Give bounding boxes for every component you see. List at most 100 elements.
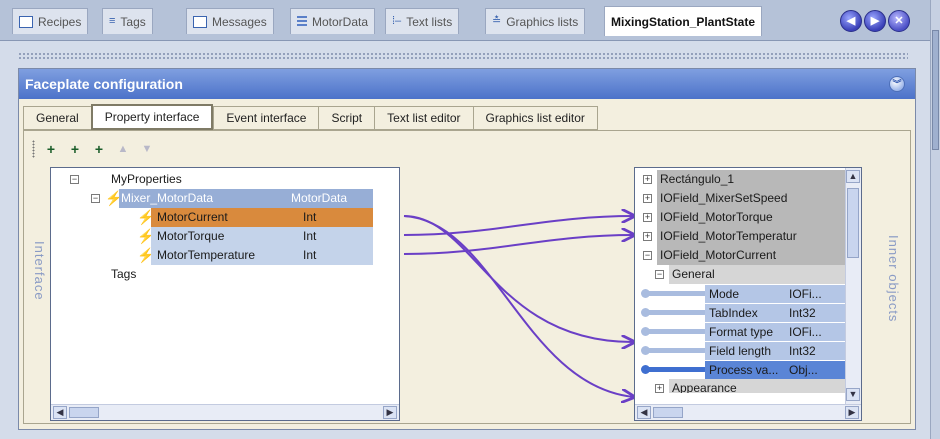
- property-name: Format type: [709, 325, 774, 339]
- inner-property-row[interactable]: Format type IOFi...: [635, 322, 847, 341]
- link-motortorque: [403, 216, 634, 236]
- tab-label: Messages: [212, 14, 267, 29]
- tab-prev-button[interactable]: ◀: [840, 10, 862, 32]
- scrollbar-thumb[interactable]: [69, 407, 99, 418]
- scroll-down-icon[interactable]: ▼: [846, 388, 860, 401]
- scrollbar-thumb[interactable]: [653, 407, 683, 418]
- section-name: General: [672, 267, 715, 281]
- expand-icon[interactable]: +: [655, 384, 664, 393]
- group-type: MotorData: [291, 191, 348, 205]
- object-name: Rectángulo_1: [660, 172, 735, 186]
- member-name-cell: MotorCurrent: [151, 208, 301, 227]
- window-scrollbar[interactable]: [930, 0, 940, 439]
- inner-object-row[interactable]: + IOField_MotorTemperatur: [635, 227, 847, 246]
- subtab-general[interactable]: General: [23, 106, 91, 130]
- messages-icon: [193, 15, 207, 28]
- property-type: Int32: [789, 306, 816, 320]
- tags-label: Tags: [111, 267, 137, 281]
- add-child-icon[interactable]: +: [91, 141, 107, 157]
- move-down-icon[interactable]: ▼: [139, 141, 155, 157]
- tree-group-row[interactable]: − ⚡ Mixer_MotorData MotorData: [51, 189, 399, 208]
- property-name: Field length: [709, 344, 772, 358]
- scrollbar-thumb[interactable]: [932, 30, 939, 150]
- collapse-icon[interactable]: −: [655, 270, 664, 279]
- tab-label: Graphics lists: [506, 14, 579, 29]
- inner-property-row[interactable]: Field length Int32: [635, 341, 847, 360]
- inner-object-row[interactable]: + Rectángulo_1: [635, 170, 847, 189]
- expand-icon[interactable]: +: [643, 194, 652, 203]
- tab-messages[interactable]: Messages: [186, 8, 274, 34]
- prop-connector: [645, 310, 707, 315]
- interface-tree[interactable]: − MyProperties − ⚡ Mixer_MotorData Motor…: [50, 167, 400, 421]
- editor-tab-bar: Recipes ≡ Tags Messages MotorData ⁞– Tex…: [0, 0, 940, 41]
- tree-member-row[interactable]: ⚡ MotorTemperature Int: [51, 246, 399, 265]
- property-cell: Format type IOFi...: [705, 322, 847, 341]
- tab-text-lists[interactable]: ⁞– Text lists: [385, 8, 460, 34]
- collapse-icon[interactable]: −: [91, 194, 100, 203]
- tags-icon: ≡: [109, 15, 116, 27]
- subtab-property-interface[interactable]: Property interface: [90, 104, 214, 130]
- property-name: Mode: [709, 287, 740, 301]
- inner-horizontal-scrollbar[interactable]: ◀ ▶: [635, 404, 861, 420]
- tab-close-button[interactable]: ✕: [888, 10, 910, 32]
- member-name-cell: MotorTemperature: [151, 246, 301, 265]
- tree-member-row[interactable]: ⚡ MotorTorque Int: [51, 227, 399, 246]
- tree-tags-row[interactable]: Tags: [51, 265, 399, 284]
- scroll-right-icon[interactable]: ▶: [845, 406, 859, 419]
- inner-objects-tree[interactable]: + Rectángulo_1 + IOField_MixerSetSpeed +…: [634, 167, 862, 421]
- tab-label: Tags: [120, 14, 146, 29]
- inner-object-row[interactable]: + IOField_MotorTorque: [635, 208, 847, 227]
- object-name: IOField_MixerSetSpeed: [660, 191, 788, 205]
- tab-graphics-lists[interactable]: ≛ Graphics lists: [485, 8, 586, 34]
- tab-mixingstation-plantstate[interactable]: MixingStation_PlantState: [604, 6, 763, 36]
- section-cell: General: [669, 265, 847, 284]
- collapse-icon[interactable]: ︾: [889, 76, 905, 92]
- property-interface-content: + + + ▲ ▼ Interface − MyProperties − ⚡ M…: [23, 130, 911, 424]
- tab-recipes[interactable]: Recipes: [12, 8, 89, 34]
- toolbar-grip: [32, 140, 35, 158]
- collapse-icon[interactable]: −: [70, 175, 79, 184]
- scroll-left-icon[interactable]: ◀: [637, 406, 651, 419]
- expand-icon[interactable]: +: [643, 175, 652, 184]
- collapse-icon[interactable]: −: [643, 251, 652, 260]
- inner-objects-label: Inner objects: [886, 235, 901, 323]
- scroll-left-icon[interactable]: ◀: [53, 406, 67, 419]
- tree-member-row[interactable]: ⚡ MotorCurrent Int: [51, 208, 399, 227]
- faceplate-configuration-panel: Faceplate configuration ︾ General Proper…: [18, 68, 916, 430]
- add-property-icon[interactable]: +: [43, 141, 59, 157]
- inner-vertical-scrollbar[interactable]: ▲ ▼: [845, 168, 861, 405]
- object-cell: IOField_MotorCurrent: [657, 246, 847, 265]
- scroll-up-icon[interactable]: ▲: [846, 170, 860, 183]
- object-name: IOField_MotorTorque: [660, 210, 773, 224]
- inner-property-row[interactable]: Process va... Obj...: [635, 360, 847, 379]
- scrollbar-thumb[interactable]: [847, 188, 859, 258]
- interface-label: Interface: [32, 241, 47, 301]
- prop-dot: [641, 308, 650, 317]
- property-type: IOFi...: [789, 287, 822, 301]
- subtab-graphics-list-editor[interactable]: Graphics list editor: [472, 106, 598, 130]
- member-type-cell: Int: [301, 208, 373, 227]
- move-up-icon[interactable]: ▲: [115, 141, 131, 157]
- inner-object-row[interactable]: − IOField_MotorCurrent: [635, 246, 847, 265]
- inner-section-row[interactable]: − General: [635, 265, 847, 284]
- inner-object-row[interactable]: + IOField_MixerSetSpeed: [635, 189, 847, 208]
- inner-property-row[interactable]: Mode IOFi...: [635, 284, 847, 303]
- tab-next-button[interactable]: ▶: [864, 10, 886, 32]
- tree-horizontal-scrollbar[interactable]: ◀ ▶: [51, 404, 399, 420]
- subtab-event-interface[interactable]: Event interface: [213, 106, 319, 130]
- expand-icon[interactable]: +: [643, 213, 652, 222]
- add-member-icon[interactable]: +: [67, 141, 83, 157]
- subtab-text-list-editor[interactable]: Text list editor: [374, 106, 473, 130]
- tab-tags[interactable]: ≡ Tags: [102, 8, 153, 34]
- expand-icon[interactable]: +: [643, 232, 652, 241]
- tab-motordata[interactable]: MotorData: [290, 8, 376, 34]
- member-type: Int: [303, 210, 317, 224]
- subtab-script[interactable]: Script: [318, 106, 375, 130]
- inner-section-row[interactable]: + Appearance: [635, 379, 847, 393]
- link-motortemperature: [403, 235, 634, 255]
- scroll-right-icon[interactable]: ▶: [383, 406, 397, 419]
- prop-dot: [641, 327, 650, 336]
- tree-root[interactable]: − MyProperties: [51, 170, 399, 189]
- group-name: Mixer_MotorData: [121, 191, 214, 205]
- inner-property-row[interactable]: TabIndex Int32: [635, 303, 847, 322]
